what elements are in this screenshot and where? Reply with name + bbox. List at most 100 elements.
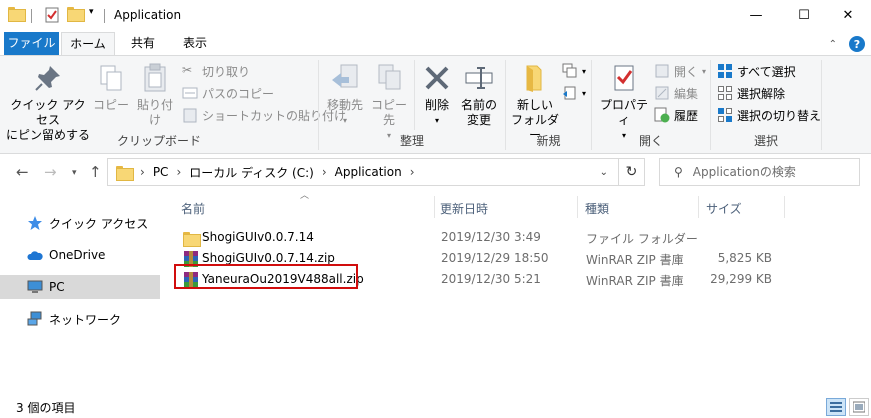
new-group: 新しい フォルダー ▾ ▾ 新規: [506, 56, 591, 154]
window-title: Application: [114, 8, 182, 22]
edit-button[interactable]: 編集: [654, 83, 698, 103]
search-icon: ⚲: [674, 165, 683, 179]
file-size: 5,825 KB: [717, 251, 772, 265]
rename-button[interactable]: 名前の 変更: [457, 62, 501, 128]
edit-icon: [654, 85, 670, 101]
select-all-button[interactable]: すべて選択: [717, 61, 796, 81]
move-to-icon: [329, 62, 361, 94]
copy-to-icon: [373, 62, 405, 94]
tab-file[interactable]: ファイル: [4, 32, 59, 55]
new-folder-quick-icon[interactable]: [67, 7, 85, 22]
copy-label: コピー: [92, 98, 129, 112]
divider[interactable]: [784, 196, 785, 218]
copy-to-button[interactable]: コピー先 ▾: [367, 62, 411, 143]
select-none-label: 選択解除: [737, 86, 786, 101]
select-none-button[interactable]: 選択解除: [717, 83, 785, 103]
column-header-modified[interactable]: 更新日時: [440, 200, 488, 217]
cut-label: 切り取り: [202, 64, 251, 79]
customize-toolbar-icon[interactable]: ▾: [89, 7, 94, 17]
chevron-right-icon[interactable]: ›: [176, 165, 181, 179]
new-folder-button[interactable]: 新しい フォルダー: [510, 62, 560, 143]
new-folder-label-1: 新しい: [516, 98, 553, 112]
open-group: プロパティ ▾ 開く ▾ 編集 履歴 開く: [592, 56, 710, 154]
column-header-name[interactable]: 名前: [181, 200, 205, 217]
large-icons-view-button[interactable]: [849, 398, 869, 416]
organize-group-label: 整理: [399, 134, 424, 148]
divider[interactable]: [434, 196, 435, 218]
maximize-button[interactable]: ☐: [781, 0, 827, 31]
nav-label: ネットワーク: [49, 312, 122, 327]
forward-arrow-icon[interactable]: →: [44, 163, 57, 181]
collapse-ribbon-icon[interactable]: ⌃: [829, 39, 837, 50]
file-type: ファイル フォルダー: [586, 232, 698, 246]
history-icon: [654, 107, 670, 123]
organize-group: 移動先 ▾ コピー先 ▾ 削除 ▾ 名前の 変更 整理: [319, 56, 505, 154]
divider[interactable]: [698, 196, 699, 218]
table-row[interactable]: ShogiGUIv0.0.7.14 2019/12/30 3:49 ファイル フ…: [172, 227, 871, 248]
history-button[interactable]: 履歴: [654, 105, 698, 125]
open-button[interactable]: 開く ▾: [654, 61, 706, 81]
search-box[interactable]: ⚲: [659, 158, 860, 186]
move-to-button[interactable]: 移動先 ▾: [323, 62, 367, 128]
ribbon-help-area: ⌃ ?: [829, 36, 865, 52]
tab-home[interactable]: ホーム: [61, 32, 115, 56]
large-icons-view-icon: [853, 401, 865, 413]
breadcrumb-local-disk[interactable]: ローカル ディスク (C:): [189, 164, 314, 181]
recent-locations-icon[interactable]: ▾: [72, 168, 77, 178]
nav-item-onedrive[interactable]: OneDrive: [0, 243, 160, 267]
refresh-icon: ↻: [625, 164, 638, 180]
nav-item-quick-access[interactable]: クイック アクセス: [0, 211, 160, 235]
open-icon: [654, 63, 670, 79]
tab-share[interactable]: 共有: [120, 32, 166, 55]
paste-icon: [139, 62, 171, 94]
paste-button[interactable]: 貼り付け: [132, 62, 178, 128]
new-item-button[interactable]: ▾: [562, 61, 586, 81]
chevron-down-icon: ▾: [582, 66, 587, 76]
column-header-size[interactable]: サイズ: [706, 200, 742, 217]
column-header-type[interactable]: 種類: [585, 200, 609, 217]
search-input[interactable]: [692, 165, 853, 179]
divider[interactable]: [577, 196, 578, 218]
chevron-right-icon[interactable]: ›: [410, 165, 415, 179]
copy-path-button[interactable]: パスのコピー: [182, 83, 274, 103]
cut-button[interactable]: ✂ 切り取り: [182, 61, 250, 81]
nav-item-network[interactable]: ネットワーク: [0, 307, 160, 331]
breadcrumb-pc[interactable]: PC: [153, 165, 169, 179]
back-arrow-icon[interactable]: ←: [16, 163, 29, 181]
divider: [821, 60, 822, 150]
details-view-button[interactable]: [826, 398, 846, 416]
app-folder-icon: [8, 7, 26, 22]
chevron-right-icon[interactable]: ›: [140, 165, 145, 179]
refresh-button[interactable]: ↻: [618, 158, 645, 186]
help-icon[interactable]: ?: [849, 36, 865, 52]
properties-quick-icon[interactable]: [44, 7, 60, 23]
new-folder-icon: [519, 62, 551, 94]
address-bar[interactable]: › PC › ローカル ディスク (C:) › Application › ⌄: [107, 158, 619, 186]
file-name: ShogiGUIv0.0.7.14: [202, 230, 314, 244]
clipboard-group-label: クリップボード: [116, 134, 201, 148]
nav-item-pc[interactable]: PC: [0, 275, 160, 299]
move-to-label: 移動先: [326, 98, 363, 112]
copy-button[interactable]: コピー: [92, 62, 130, 113]
easy-access-button[interactable]: ▾: [562, 83, 586, 103]
chevron-down-icon: ▾: [342, 116, 347, 125]
chevron-right-icon[interactable]: ›: [322, 165, 327, 179]
delete-button[interactable]: 削除 ▾: [417, 62, 457, 128]
tab-view[interactable]: 表示: [172, 32, 218, 55]
details-view-icon: [830, 402, 842, 412]
close-button[interactable]: ✕: [825, 0, 871, 31]
invert-selection-button[interactable]: 選択の切り替え: [717, 105, 821, 125]
chevron-down-icon: ▾: [582, 88, 587, 98]
up-arrow-icon[interactable]: ↑: [89, 163, 102, 181]
cloud-icon: [27, 247, 43, 263]
paste-label: 貼り付け: [136, 98, 173, 127]
properties-button[interactable]: プロパティ ▾: [596, 62, 652, 143]
address-dropdown-icon[interactable]: ⌄: [600, 167, 608, 178]
file-list: ︿ 名前 更新日時 種類 サイズ ShogiGUIv0.0.7.14 2019/…: [172, 191, 871, 392]
breadcrumb-application[interactable]: Application: [335, 165, 402, 179]
select-none-icon: [717, 85, 733, 101]
minimize-button[interactable]: —: [733, 0, 779, 31]
pin-quick-access-button[interactable]: クイック アクセス にピン留めする: [6, 62, 90, 143]
rename-icon: [463, 62, 495, 94]
folder-icon: [116, 165, 134, 181]
